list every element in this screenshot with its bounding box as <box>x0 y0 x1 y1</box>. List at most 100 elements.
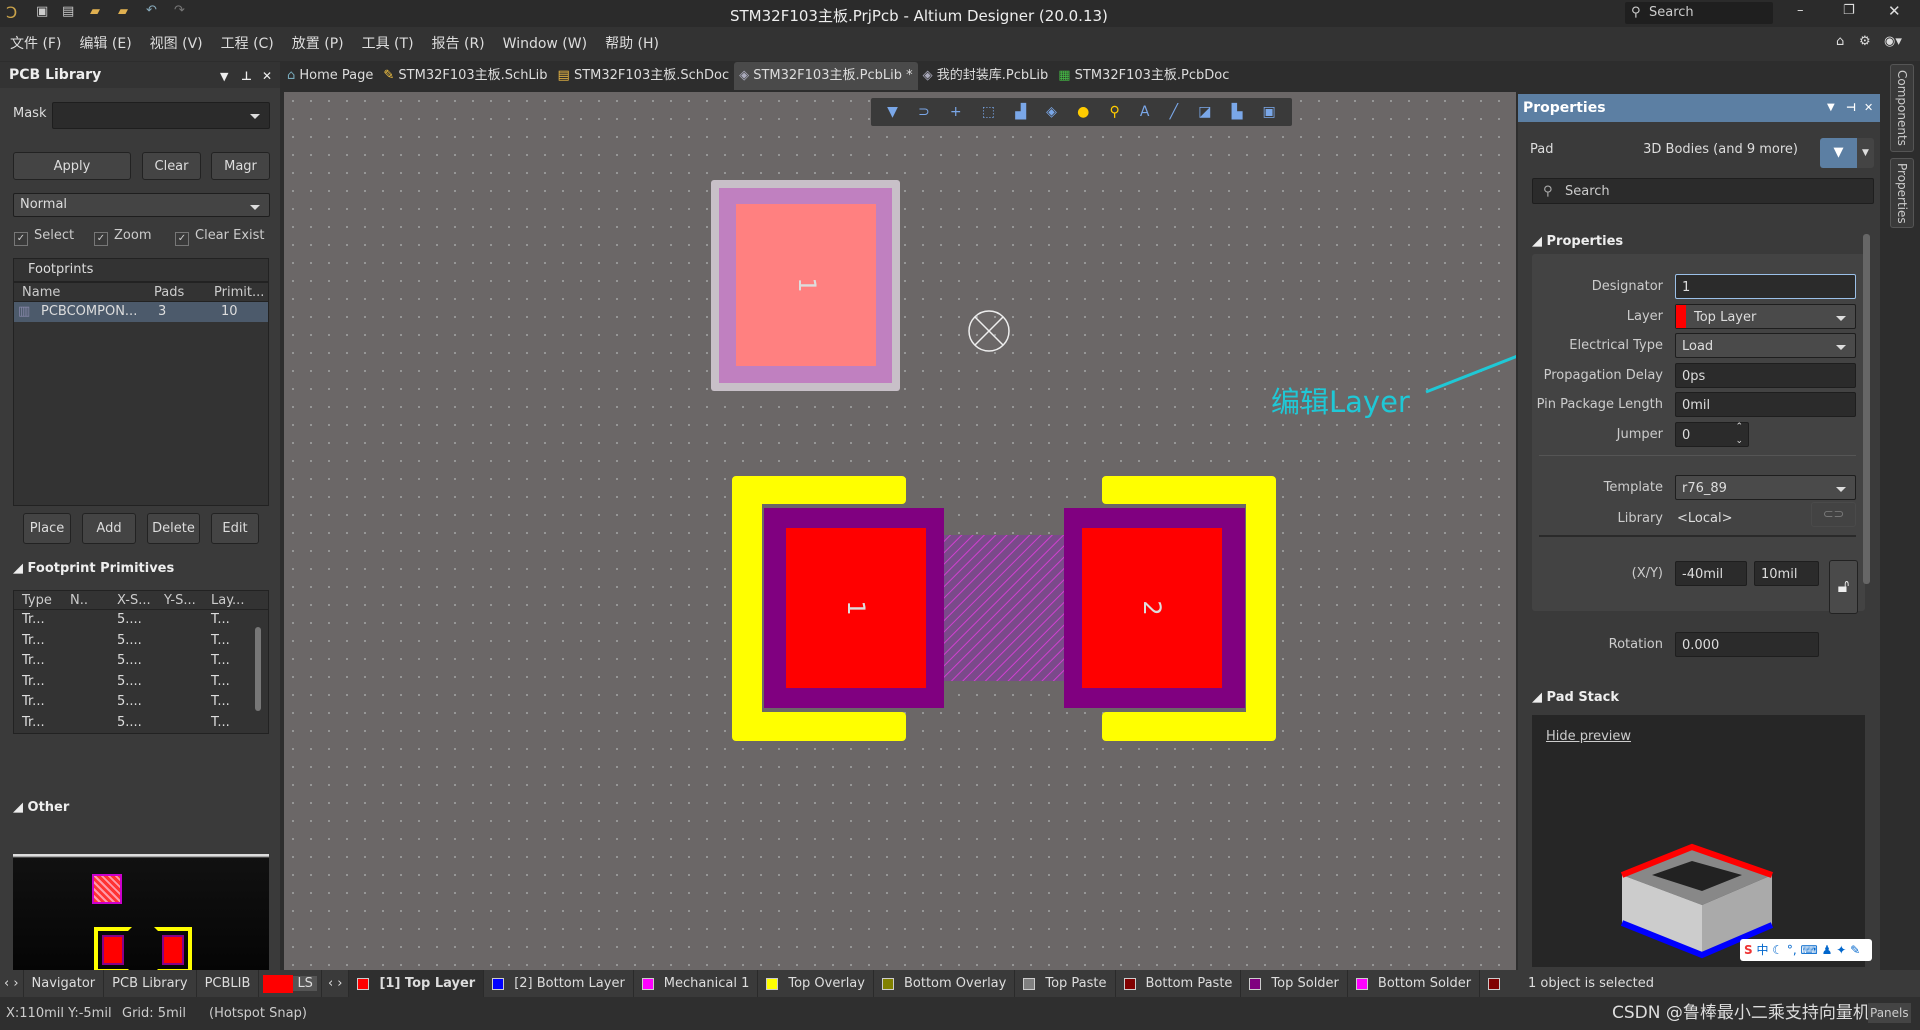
rotation-input[interactable]: 0.000 <box>1675 632 1819 657</box>
menu-view[interactable]: 视图 (V) <box>141 27 212 61</box>
filter-button[interactable]: ▼ <box>1820 138 1857 168</box>
via-icon[interactable]: ⚲ <box>1109 104 1119 120</box>
select-checkbox[interactable]: ✓ Select <box>14 228 74 246</box>
pad-2[interactable]: 2 <box>1064 476 1276 741</box>
doc-tab[interactable]: ▤ STM32F103主板.SchDoc <box>553 62 735 90</box>
save-all-icon[interactable]: ▤ <box>62 4 74 19</box>
col-layer[interactable]: Lay... <box>211 591 244 610</box>
menu-window[interactable]: Window (W) <box>494 27 596 61</box>
chart-icon[interactable]: ▙ <box>1232 104 1243 120</box>
minimize-button[interactable]: – <box>1797 3 1804 18</box>
pcb-canvas[interactable]: 1 1 2 编辑Layer <box>284 92 1516 970</box>
home-icon[interactable]: ⌂ <box>1836 34 1844 49</box>
restore-button[interactable]: ❐ <box>1843 3 1855 18</box>
hide-preview-link[interactable]: Hide preview <box>1546 729 1631 744</box>
table-row[interactable]: ▥ PCBCOMPON... 3 10 <box>14 302 268 322</box>
doc-tab[interactable]: ✎ STM32F103主板.SchLib <box>378 62 552 90</box>
pcb-library-tab[interactable]: PCB Library <box>104 970 197 997</box>
col-x-size[interactable]: X-S... <box>117 591 151 610</box>
clear-exist-checkbox[interactable]: ✓ Clear Exist <box>175 228 265 246</box>
global-search-input[interactable]: ⚲ Search <box>1625 2 1773 24</box>
properties-search-input[interactable]: ⚲ Search <box>1532 178 1874 204</box>
close-window-button[interactable]: ✕ <box>1888 2 1901 20</box>
crosshair-icon[interactable]: + <box>950 104 962 120</box>
layer-tab[interactable]: Bottom Overlay <box>874 970 1016 997</box>
menu-edit[interactable]: 编辑 (E) <box>70 27 140 61</box>
redo-icon[interactable]: ↷ <box>174 3 185 18</box>
layer-tab[interactable]: Bottom Solder <box>1348 970 1481 997</box>
lock-button[interactable]: 🔓︎ <box>1829 560 1858 614</box>
link-button[interactable]: ⊂⊃ <box>1811 502 1856 527</box>
doc-tab[interactable]: ◈ 我的封装库.PcbLib <box>918 62 1054 90</box>
layer-tab[interactable]: Mechanical 1 <box>634 970 759 997</box>
layer-tab[interactable]: Top Solder <box>1241 970 1348 997</box>
open-icon[interactable]: ▰ <box>90 4 100 19</box>
clear-button[interactable]: Clear <box>142 152 201 180</box>
gear-icon[interactable]: ⚙ <box>1859 34 1871 49</box>
table-row[interactable]: Pad 1 3... 3... T... <box>14 733 268 734</box>
align-icon[interactable]: ▟ <box>1015 104 1026 120</box>
stepper-arrows-icon[interactable]: ⌃ ⌄ <box>1735 420 1743 448</box>
col-pads[interactable]: Pads <box>154 283 184 302</box>
filter-icon[interactable]: ▼ <box>887 104 898 120</box>
properties-section[interactable]: ◢ Properties <box>1532 234 1623 249</box>
layer-set-button[interactable]: LS <box>259 970 322 997</box>
doc-tab[interactable]: ◈ STM32F103主板.PcbLib * <box>734 62 918 90</box>
designator-input[interactable]: 1 <box>1675 274 1856 299</box>
panel-menu-icon[interactable]: ▼ <box>1827 94 1835 122</box>
edit-button[interactable]: Edit <box>211 513 259 544</box>
pin-package-length-input[interactable]: 0mil <box>1675 392 1856 417</box>
menu-place[interactable]: 放置 (P) <box>283 27 353 61</box>
menu-reports[interactable]: 报告 (R) <box>423 27 494 61</box>
col-name[interactable]: Name <box>22 283 60 302</box>
pcblib-tab[interactable]: PCBLIB <box>197 970 260 997</box>
pin-icon[interactable]: ⊣ <box>1846 94 1856 122</box>
open-project-icon[interactable]: ▰ <box>118 4 128 19</box>
save-icon[interactable]: ▣ <box>36 4 48 19</box>
pad-icon[interactable]: ● <box>1077 104 1089 120</box>
table-row[interactable]: Tr... 5.... T... <box>14 672 268 693</box>
menu-file[interactable]: 文件 (F) <box>1 27 70 61</box>
layer-tab[interactable]: Top Overlay <box>758 970 874 997</box>
jumper-stepper[interactable]: 0 ⌃ ⌄ <box>1675 422 1749 447</box>
navigator-tab[interactable]: Navigator <box>24 970 105 997</box>
menu-help[interactable]: 帮助 (H) <box>596 27 668 61</box>
add-button[interactable]: Add <box>82 513 136 544</box>
footprint-primitives-section[interactable]: ◢ Footprint Primitives <box>13 561 174 576</box>
magnify-button[interactable]: Magr <box>211 152 270 180</box>
panels-button[interactable]: Panels <box>1868 1003 1911 1023</box>
pin-icon[interactable]: ⊥ <box>241 63 252 89</box>
col-type[interactable]: Type <box>22 591 52 610</box>
col-name[interactable]: N.. <box>70 591 88 610</box>
mask-input[interactable] <box>52 102 270 129</box>
delete-button[interactable]: Delete <box>147 513 200 544</box>
properties-side-tab[interactable]: Properties <box>1890 158 1914 228</box>
filter-dropdown[interactable]: ▼ <box>1857 138 1874 168</box>
propagation-delay-input[interactable]: 0ps <box>1675 363 1856 388</box>
table-row[interactable]: Tr... 5.... T... <box>14 610 268 631</box>
scrollbar[interactable] <box>255 627 261 711</box>
apply-button[interactable]: Apply <box>13 152 131 180</box>
zoom-checkbox[interactable]: ✓ Zoom <box>94 228 151 246</box>
components-side-tab[interactable]: Components <box>1890 64 1914 152</box>
place-button[interactable]: Place <box>23 513 71 544</box>
close-panel-icon[interactable]: ✕ <box>262 63 272 89</box>
doc-tab[interactable]: ⌂ Home Page <box>282 62 378 90</box>
more-layers[interactable] <box>1480 970 1518 997</box>
region-icon[interactable]: ▣ <box>1263 104 1276 120</box>
line-icon[interactable]: ╱ <box>1170 104 1178 120</box>
interactive-route-icon[interactable]: ⊃ <box>918 104 930 120</box>
table-row[interactable]: Tr... 5.... T... <box>14 713 268 734</box>
user-icon[interactable]: ◉▾ <box>1884 34 1902 49</box>
table-row[interactable]: Tr... 5.... T... <box>14 631 268 652</box>
panel-menu-icon[interactable]: ▼ <box>220 64 228 90</box>
close-panel-icon[interactable]: ✕ <box>1864 94 1873 122</box>
layer-icon[interactable]: ◈ <box>1046 104 1057 120</box>
table-row[interactable]: Tr... 5.... T... <box>14 692 268 713</box>
select-rect-icon[interactable]: ⬚ <box>982 104 995 120</box>
dimension-icon[interactable]: ◪ <box>1198 104 1211 120</box>
pad-1[interactable]: 1 <box>732 476 944 741</box>
col-y-size[interactable]: Y-S... <box>164 591 196 610</box>
x-input[interactable]: -40mil <box>1675 561 1747 586</box>
col-primitives[interactable]: Primit... <box>214 283 264 302</box>
